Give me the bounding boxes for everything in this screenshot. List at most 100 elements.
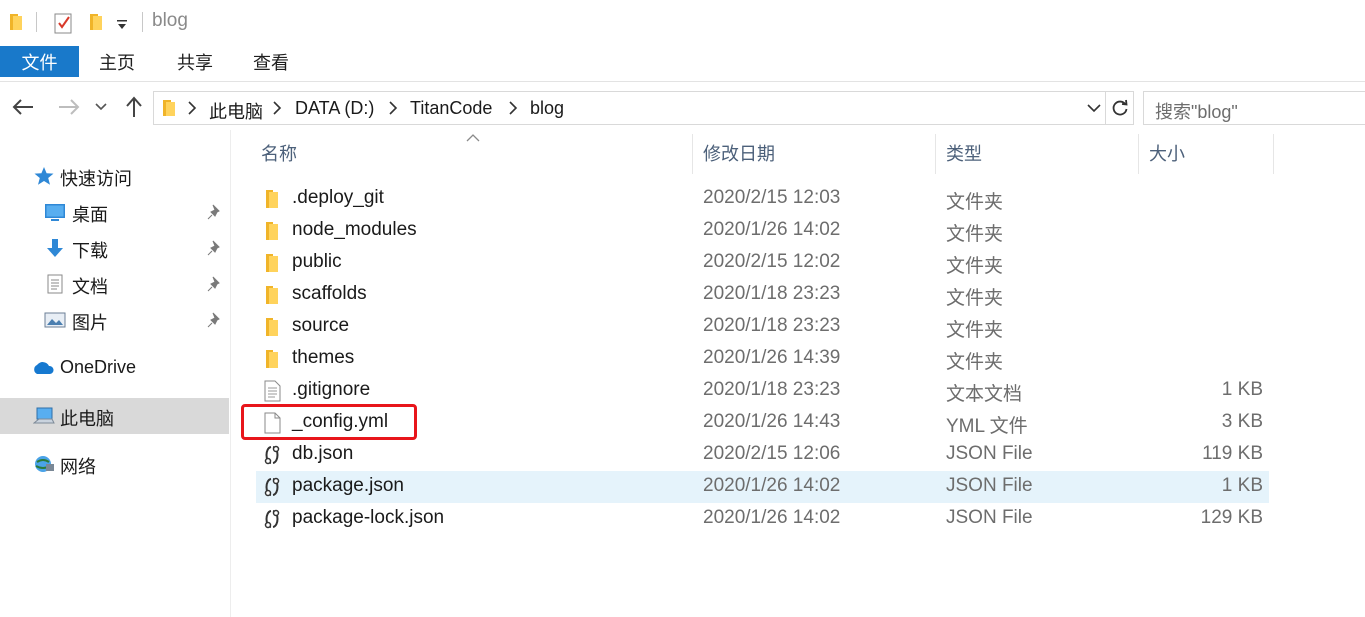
column-divider[interactable]: [935, 134, 936, 174]
file-type: 文件夹: [946, 192, 1004, 213]
breadcrumb-this-pc[interactable]: 此电脑: [209, 98, 263, 124]
folder-icon: [163, 100, 175, 116]
pin-icon[interactable]: [207, 312, 223, 328]
file-size: 1 KB: [1221, 475, 1263, 496]
navigation-pane: 快速访问 桌面 下载 文档 图片 OneDrive 此电脑 网络: [0, 130, 231, 617]
file-name: .gitignore: [292, 379, 371, 400]
sidebar-label: OneDrive: [60, 357, 137, 377]
address-bar[interactable]: 此电脑 DATA (D:) TitanCode blog: [153, 91, 1134, 125]
network-icon: [35, 456, 54, 472]
up-button[interactable]: [121, 94, 147, 120]
column-header-name[interactable]: 名称: [261, 130, 691, 176]
sidebar-item-this-pc[interactable]: 此电脑: [0, 398, 229, 434]
file-name: package.json: [292, 475, 404, 496]
star-icon: [34, 167, 54, 185]
file-row[interactable]: package.json 2020/1/26 14:02 JSON File 1 KB: [256, 471, 1269, 503]
tab-share[interactable]: 共享: [162, 46, 228, 77]
properties-icon[interactable]: [54, 12, 73, 34]
separator: [142, 12, 143, 32]
file-name: _config.yml: [292, 411, 389, 432]
chevron-right-icon[interactable]: [388, 101, 398, 115]
file-type: 文件夹: [946, 320, 1004, 341]
pin-icon[interactable]: [207, 204, 223, 220]
file-type: YML 文件: [946, 416, 1028, 437]
file-date-modified: 2020/1/26 14:39: [703, 347, 841, 368]
computer-icon: [33, 407, 55, 424]
chevron-right-icon[interactable]: [272, 101, 282, 115]
tab-home[interactable]: 主页: [84, 46, 150, 77]
sidebar-item-quick-access[interactable]: 快速访问: [0, 158, 229, 194]
column-header-size[interactable]: 大小: [1149, 130, 1269, 176]
sidebar-item-network[interactable]: 网络: [0, 446, 229, 482]
file-row[interactable]: .gitignore 2020/1/18 23:23 文本文档 1 KB: [256, 375, 1269, 407]
file-date-modified: 2020/1/18 23:23: [703, 283, 841, 304]
chevron-down-icon[interactable]: [1086, 100, 1102, 116]
file-size: 119 KB: [1202, 443, 1263, 464]
sidebar-item-onedrive[interactable]: OneDrive: [0, 350, 229, 386]
column-divider[interactable]: [692, 134, 693, 174]
window-title: blog: [152, 10, 188, 31]
sidebar-item-pictures[interactable]: 图片: [0, 302, 229, 338]
search-input[interactable]: 搜索"blog": [1143, 91, 1365, 125]
file-row[interactable]: scaffolds 2020/1/18 23:23 文件夹: [256, 279, 1269, 311]
navigation-bar: 此电脑 DATA (D:) TitanCode blog 搜索"blog": [0, 84, 1365, 130]
refresh-icon: [1112, 99, 1128, 116]
file-row[interactable]: node_modules 2020/1/26 14:02 文件夹: [256, 215, 1269, 247]
separator: [36, 12, 37, 32]
folder-icon: [262, 188, 282, 210]
blank-file-icon: [262, 412, 282, 434]
folder-icon: [262, 252, 282, 274]
breadcrumb-drive[interactable]: DATA (D:): [295, 98, 374, 119]
chevron-down-icon: [95, 103, 107, 111]
sidebar-label: 此电脑: [60, 409, 114, 429]
file-row[interactable]: package-lock.json 2020/1/26 14:02 JSON Fil…: [256, 503, 1269, 535]
sidebar-item-desktop[interactable]: 桌面: [0, 194, 229, 230]
file-date-modified: 2020/1/26 14:02: [703, 475, 841, 496]
document-icon: [47, 274, 63, 294]
file-name: themes: [292, 347, 355, 368]
sidebar-label: 下载: [72, 241, 108, 261]
file-row[interactable]: .deploy_git 2020/2/15 12:03 文件夹: [256, 183, 1269, 215]
chevron-right-icon[interactable]: [508, 101, 518, 115]
ribbon-tabs: 文件 主页 共享 查看: [0, 46, 1365, 82]
file-row[interactable]: db.json 2020/2/15 12:06 JSON File 119 KB: [256, 439, 1269, 471]
file-type: 文件夹: [946, 256, 1004, 277]
file-date-modified: 2020/1/18 23:23: [703, 379, 841, 400]
cloud-icon: [34, 362, 54, 374]
pin-icon[interactable]: [207, 276, 223, 292]
sidebar-label: 文档: [72, 277, 108, 297]
column-header-type[interactable]: 类型: [946, 130, 1136, 176]
tab-file[interactable]: 文件: [0, 46, 79, 77]
file-size: 3 KB: [1221, 411, 1263, 432]
file-row[interactable]: public 2020/2/15 12:02 文件夹: [256, 247, 1269, 279]
refresh-button[interactable]: [1105, 92, 1134, 124]
column-header-date[interactable]: 修改日期: [703, 130, 933, 176]
forward-arrow-icon: [59, 99, 80, 115]
file-type: JSON File: [946, 507, 1033, 528]
file-date-modified: 2020/1/26 14:43: [703, 411, 841, 432]
json-file-icon: [262, 444, 282, 466]
folder-icon[interactable]: [9, 13, 23, 31]
sidebar-item-documents[interactable]: 文档: [0, 266, 229, 302]
column-divider[interactable]: [1273, 134, 1274, 174]
file-row[interactable]: _config.yml 2020/1/26 14:43 YML 文件 3 KB: [256, 407, 1269, 439]
file-row[interactable]: source 2020/1/18 23:23 文件夹: [256, 311, 1269, 343]
column-divider[interactable]: [1138, 134, 1139, 174]
download-arrow-icon: [47, 239, 63, 257]
pin-icon[interactable]: [207, 240, 223, 256]
customize-dropdown-icon[interactable]: [116, 19, 128, 31]
title-bar: blog: [0, 0, 1365, 46]
file-date-modified: 2020/1/26 14:02: [703, 219, 841, 240]
sidebar-item-downloads[interactable]: 下载: [0, 230, 229, 266]
up-arrow-icon: [126, 96, 142, 117]
breadcrumb-blog[interactable]: blog: [530, 98, 564, 119]
forward-button[interactable]: [56, 94, 82, 120]
recent-locations-button[interactable]: [91, 94, 111, 120]
breadcrumb-titancode[interactable]: TitanCode: [410, 98, 492, 119]
sidebar-label: 网络: [60, 457, 96, 477]
file-row[interactable]: themes 2020/1/26 14:39 文件夹: [256, 343, 1269, 375]
new-folder-icon[interactable]: [89, 13, 103, 31]
chevron-right-icon[interactable]: [187, 101, 197, 115]
back-button[interactable]: [10, 94, 36, 120]
tab-view[interactable]: 查看: [238, 46, 304, 77]
